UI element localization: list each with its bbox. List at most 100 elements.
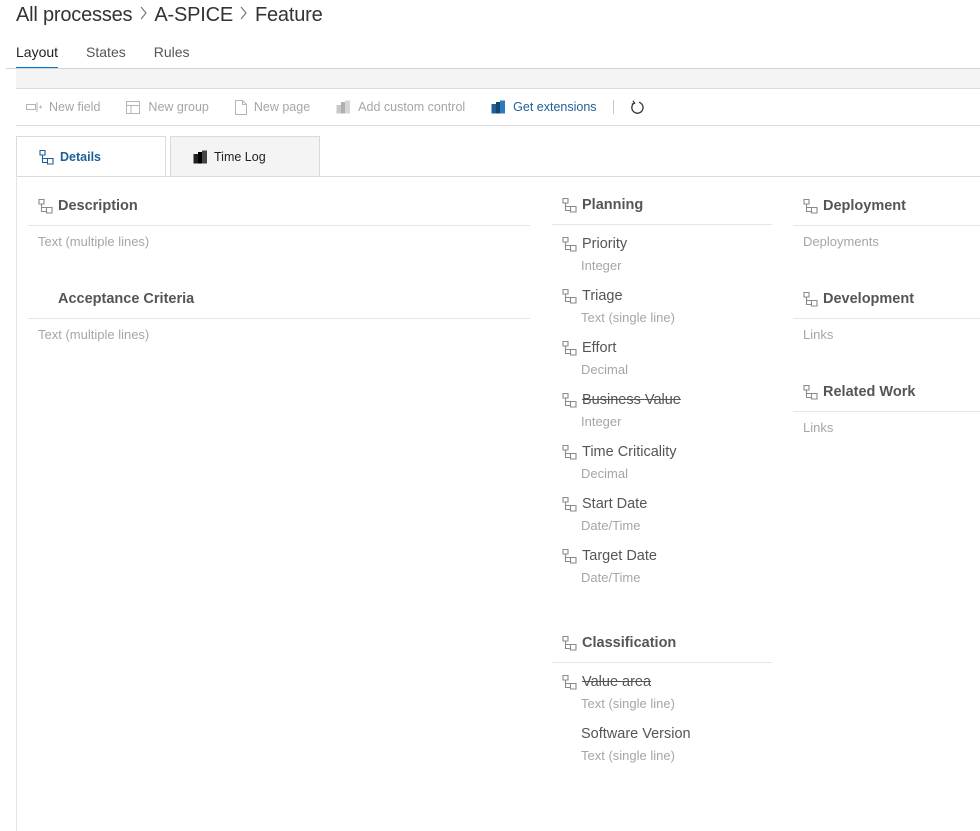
tab-states[interactable]: States [86,42,126,69]
group-related-work-header[interactable]: Related Work [793,379,980,405]
field-business-value[interactable]: Business Value Integer [552,389,772,433]
field-business-value-type: Integer [581,414,622,429]
chevron-right-icon [132,6,154,25]
field-software-version-type: Text (single line) [581,748,675,763]
new-group-label: New group [148,100,209,114]
new-group-button[interactable]: New group [126,100,209,114]
group-related-work: Related Work Links [793,379,980,438]
group-icon [803,291,818,307]
field-effort-name: Effort [582,340,617,356]
refresh-icon [630,99,644,114]
new-field-icon [26,102,42,112]
group-planning: Planning Priority Integer Triage Text (s… [552,192,772,589]
page-tab-time-log[interactable]: Time Log [170,136,320,177]
add-custom-control-label: Add custom control [358,100,466,114]
field-software-version[interactable]: Software Version Text (single line) [552,723,772,767]
field-value-area-name-row: Value area [552,671,772,693]
field-icon [562,444,577,460]
acceptance-field-placeholder[interactable]: Text (multiple lines) [28,327,530,345]
group-divider [552,224,772,225]
field-target-date-name: Target Date [582,548,657,564]
page-icon [39,149,54,165]
get-extensions-button[interactable]: Get extensions [491,100,597,114]
field-time-criticality-type: Decimal [581,466,628,481]
new-field-button[interactable]: New field [26,100,100,114]
marketplace-icon [491,100,506,114]
refresh-button[interactable] [630,99,645,115]
field-icon [562,674,577,690]
field-priority-name: Priority [582,236,628,252]
tab-layout[interactable]: Layout [16,42,59,69]
process-tabs: Layout States Rules [16,42,218,69]
field-priority-name-row: Priority [552,233,772,255]
field-value-area[interactable]: Value area Text (single line) [552,671,772,715]
page-tab-details[interactable]: Details [16,136,166,177]
group-divider [793,225,980,226]
group-planning-header[interactable]: Planning [552,192,772,218]
group-acceptance-header[interactable]: Acceptance Criteria [28,286,530,312]
field-target-date-type: Date/Time [581,570,641,585]
field-effort-type: Decimal [581,362,628,377]
field-business-value-name: Business Value [582,392,681,408]
group-divider [552,662,772,663]
new-field-label: New field [49,100,101,114]
tab-rules[interactable]: Rules [154,42,190,69]
field-software-version-name-row: Software Version [552,723,772,745]
custom-control-icon [336,100,351,114]
breadcrumb: All processes A-SPICE Feature [16,0,323,30]
field-priority[interactable]: Priority Integer [552,233,772,277]
group-deployment: Deployment Deployments [793,193,980,252]
group-classification: Classification Value area Text (single l… [552,630,772,767]
group-icon [803,384,818,400]
field-icon [562,236,577,252]
field-effort-name-row: Effort [552,337,772,359]
group-related-work-title: Related Work [823,384,916,400]
field-target-date[interactable]: Target Date Date/Time [552,545,772,589]
group-icon [562,635,577,651]
group-classification-header[interactable]: Classification [552,630,772,656]
breadcrumb-all-processes[interactable]: All processes [16,4,133,27]
field-triage-name-row: Triage [552,285,772,307]
group-deployment-header[interactable]: Deployment [793,193,980,219]
group-development-title: Development [823,291,915,307]
group-development: Development Links [793,286,980,345]
add-custom-control-button[interactable]: Add custom control [336,100,465,114]
breadcrumb-workitem[interactable]: Feature [255,4,323,27]
group-divider [793,318,980,319]
field-business-value-name-row: Business Value [552,389,772,411]
field-triage[interactable]: Triage Text (single line) [552,285,772,329]
field-value-area-type: Text (single line) [581,696,675,711]
breadcrumb-process[interactable]: A-SPICE [154,4,233,27]
group-description-header[interactable]: Description [28,193,530,219]
field-time-criticality[interactable]: Time Criticality Decimal [552,441,772,485]
new-page-label: New page [253,100,311,114]
group-icon [38,198,53,214]
group-deployment-title: Deployment [823,198,906,214]
group-development-header[interactable]: Development [793,286,980,312]
group-classification-title: Classification [582,635,677,651]
toolbar: New field New group New page Add custom … [16,88,980,126]
field-effort[interactable]: Effort Decimal [552,337,772,381]
new-page-button[interactable]: New page [234,99,311,115]
group-icon [562,197,577,213]
group-acceptance-criteria: Acceptance Criteria Text (multiple lines… [28,286,530,345]
development-links-control[interactable]: Links [793,327,980,345]
new-group-icon [126,100,141,114]
field-start-date[interactable]: Start Date Date/Time [552,493,772,537]
field-icon [562,340,577,356]
group-divider [28,318,530,319]
get-extensions-label: Get extensions [513,100,597,114]
toolbar-separator [612,100,614,114]
group-description: Description Text (multiple lines) [28,193,530,252]
header-band [16,69,980,89]
page-tab-time-log-label: Time Log [214,150,266,164]
field-start-date-type: Date/Time [581,518,641,533]
field-start-date-name-row: Start Date [552,493,772,515]
related-work-links-control[interactable]: Links [793,420,980,438]
field-priority-type: Integer [581,258,622,273]
field-icon [562,288,577,304]
page-tabs: Details Time Log [16,136,324,177]
description-field-placeholder[interactable]: Text (multiple lines) [28,234,530,252]
page-tab-details-label: Details [60,150,101,164]
deployment-control[interactable]: Deployments [793,234,980,252]
